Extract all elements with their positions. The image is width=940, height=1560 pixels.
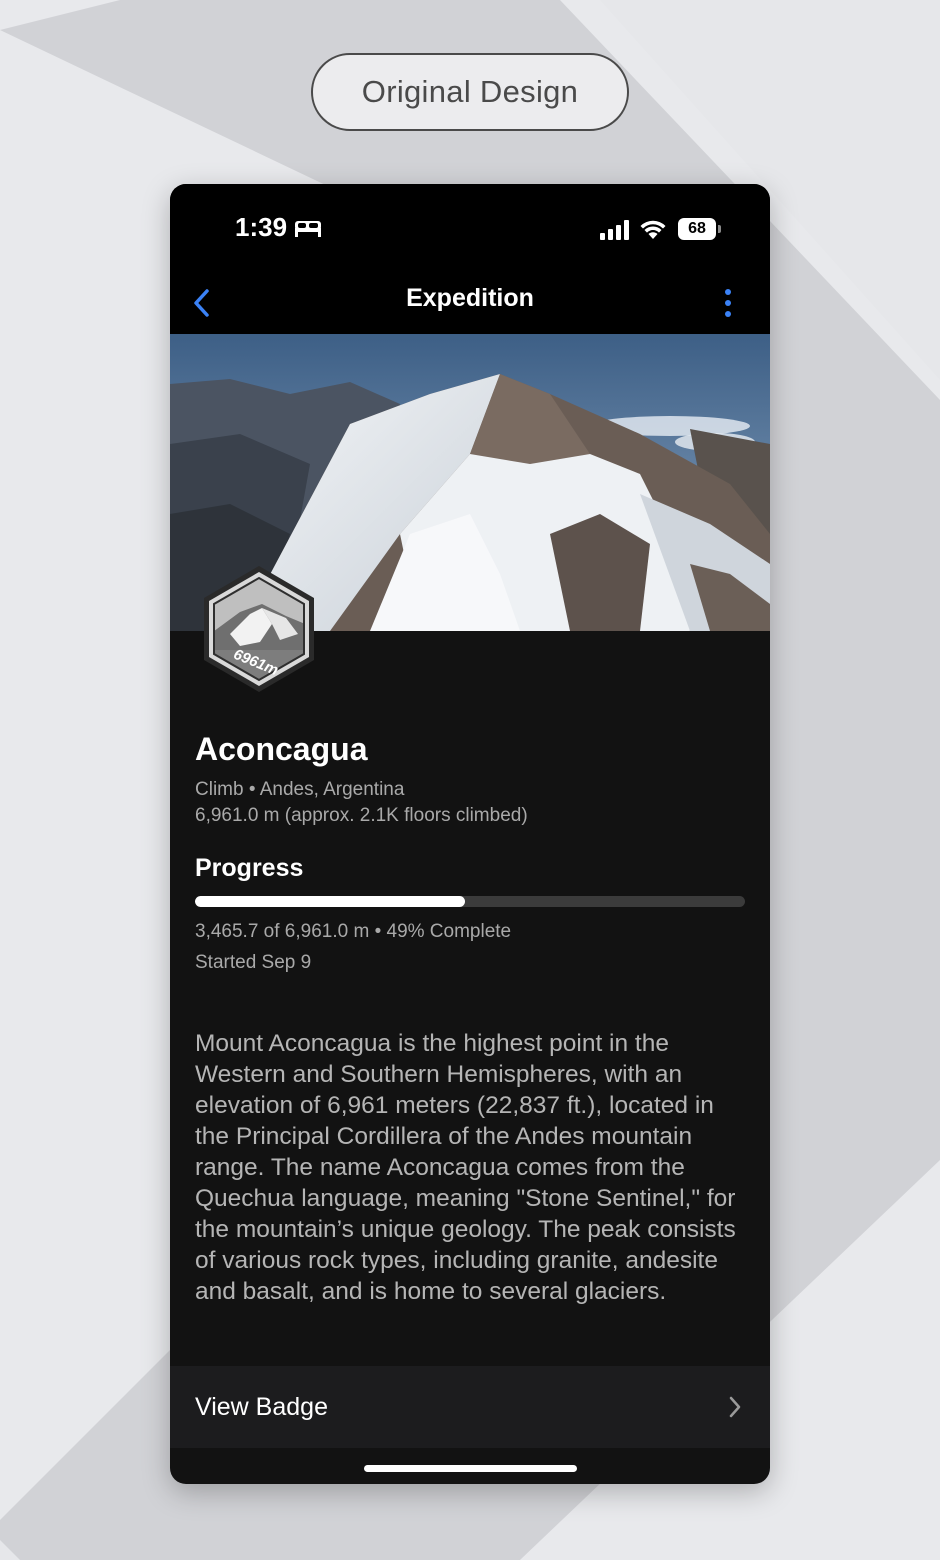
more-vertical-icon (725, 289, 731, 317)
phone-screen: 1:39 68 Expedition 6961m Aconcagua Climb… (170, 184, 770, 1484)
view-badge-button[interactable]: View Badge (170, 1366, 770, 1448)
home-indicator (364, 1465, 577, 1472)
progress-bar (195, 896, 745, 907)
expedition-badge: 6961m (204, 566, 314, 692)
status-bar: 1:39 68 (170, 184, 770, 274)
expedition-elevation: 6,961.0 m (approx. 2.1K floors climbed) (195, 805, 528, 826)
wifi-icon (640, 220, 666, 239)
expedition-description: Mount Aconcagua is the highest point in … (195, 1030, 736, 1305)
cellular-signal-icon (600, 220, 629, 240)
navigation-bar: Expedition (170, 274, 770, 334)
chevron-right-icon (729, 1396, 741, 1418)
battery-level: 68 (678, 218, 716, 240)
view-badge-label: View Badge (195, 1392, 328, 1421)
progress-bar-fill (195, 896, 465, 907)
original-design-label: Original Design (311, 53, 629, 131)
more-options-button[interactable] (718, 282, 738, 324)
page-title: Expedition (406, 284, 534, 312)
started-date: Started Sep 9 (195, 952, 312, 973)
progress-text: 3,465.7 of 6,961.0 m • 49% Complete (195, 921, 512, 942)
expedition-title: Aconcagua (195, 731, 368, 767)
battery-cap-icon (718, 225, 721, 233)
status-time: 1:39 (235, 212, 288, 242)
progress-heading: Progress (195, 854, 304, 882)
sleep-focus-icon (295, 221, 321, 237)
expedition-category-location: Climb • Andes, Argentina (195, 779, 405, 800)
